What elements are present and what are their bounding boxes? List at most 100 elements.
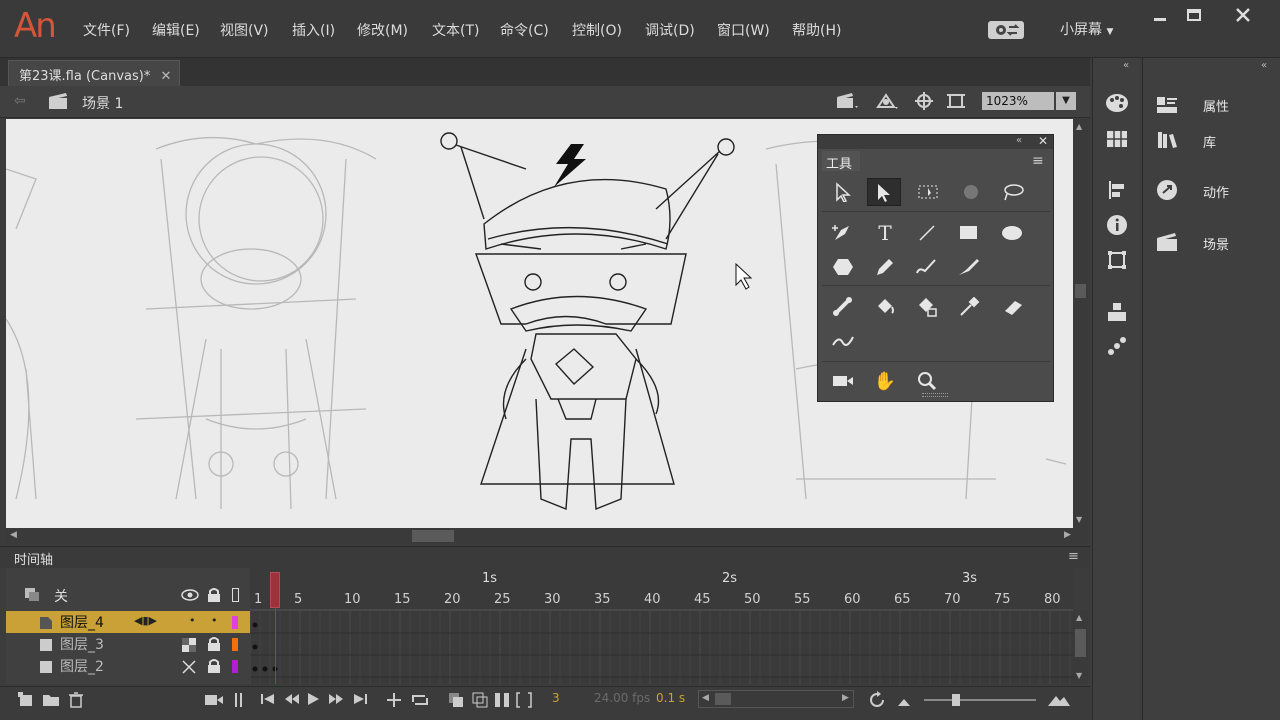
workspace-switcher[interactable]: 小屏幕 ▼	[1060, 19, 1113, 39]
keyframe-dot[interactable]	[252, 666, 258, 672]
bone-tool-icon[interactable]	[826, 293, 860, 321]
edit-symbol-icon[interactable]	[874, 91, 900, 115]
keyframe-dot[interactable]	[252, 622, 258, 628]
lock-icon[interactable]	[207, 658, 221, 678]
frame-grid[interactable]	[250, 568, 1073, 684]
current-frame-value[interactable]: 3	[552, 691, 560, 705]
camera-tool-icon[interactable]	[826, 367, 860, 395]
menu-help[interactable]: 帮助(H)	[792, 20, 841, 40]
reset-zoom-icon[interactable]	[868, 691, 886, 713]
menu-modify[interactable]: 修改(M)	[357, 20, 408, 40]
hidden-x-icon[interactable]	[182, 660, 196, 678]
scroll-left-arrow-icon[interactable]: ◀	[10, 530, 17, 540]
ink-bottle-tool-icon[interactable]	[910, 293, 944, 321]
scroll-right-arrow-icon[interactable]: ▶	[1064, 530, 1071, 540]
menu-commands[interactable]: 命令(C)	[500, 20, 549, 40]
tools-panel-header[interactable]: « ✕	[818, 134, 1053, 149]
scroll-down-arrow-icon[interactable]: ▼	[1076, 515, 1082, 524]
new-layer-icon[interactable]	[18, 692, 36, 712]
scene-panel-button[interactable]: 场景	[1143, 226, 1280, 260]
panel-menu-icon[interactable]: ≡	[1068, 549, 1079, 564]
last-frame-icon[interactable]	[352, 692, 368, 710]
outline-layer-icon[interactable]	[24, 586, 42, 606]
paint-bucket-tool-icon[interactable]	[868, 293, 902, 321]
clip-stage-icon[interactable]	[946, 91, 966, 115]
properties-panel-button[interactable]: 属性	[1143, 88, 1280, 124]
next-frame-icon[interactable]	[328, 692, 344, 710]
menu-control[interactable]: 控制(O)	[572, 20, 622, 40]
polystar-tool-icon[interactable]	[826, 253, 860, 281]
lock-icon[interactable]	[207, 636, 221, 656]
components-icon[interactable]	[1105, 300, 1129, 324]
close-icon[interactable]: ✕	[160, 69, 171, 84]
oval-tool-icon[interactable]	[996, 219, 1030, 247]
lock-icon[interactable]	[207, 587, 221, 607]
hand-tool-icon[interactable]: ✋	[868, 367, 902, 395]
layer-name[interactable]: 图层_2	[60, 656, 104, 676]
outline-color-icon[interactable]	[232, 588, 239, 602]
info-icon[interactable]	[1105, 213, 1129, 237]
resize-grip[interactable]	[922, 393, 948, 397]
actions-panel-button[interactable]: 动作	[1143, 174, 1280, 208]
edit-multiple-frames-icon[interactable]	[494, 692, 510, 712]
collapse-panel-icon[interactable]: «	[1016, 135, 1022, 146]
visibility-dot[interactable]: •	[189, 614, 196, 627]
frame-rate-value[interactable]: 24.00 fps	[594, 691, 650, 705]
snap-to-center-icon[interactable]	[914, 91, 934, 115]
timeline-horizontal-scrollbar[interactable]: ◀ ▶	[698, 690, 854, 708]
keyframe-dot[interactable]	[252, 644, 258, 650]
minimize-button[interactable]	[1146, 4, 1176, 26]
paint-brush-tool-icon[interactable]	[910, 253, 944, 281]
scroll-thumb[interactable]	[412, 530, 454, 542]
maximize-button[interactable]	[1180, 4, 1210, 26]
width-tool-icon[interactable]	[826, 327, 860, 355]
scroll-right-arrow-icon[interactable]: ▶	[842, 693, 849, 703]
color-palette-icon[interactable]	[1105, 91, 1129, 115]
frame-size-slider[interactable]	[924, 694, 1036, 706]
scroll-thumb[interactable]	[715, 693, 731, 705]
panel-menu-icon[interactable]: ≡	[1032, 153, 1044, 169]
center-frame-icon[interactable]	[386, 692, 402, 712]
menu-insert[interactable]: 插入(I)	[292, 20, 335, 40]
menu-window[interactable]: 窗口(W)	[717, 20, 770, 40]
3d-rotation-tool-icon[interactable]	[954, 178, 988, 206]
eraser-tool-icon[interactable]	[996, 293, 1030, 321]
timeline-vertical-scrollbar[interactable]: ▲ ▼	[1073, 611, 1088, 684]
free-transform-tool-icon[interactable]	[912, 178, 946, 206]
trash-icon[interactable]	[68, 692, 84, 712]
camera-icon[interactable]	[204, 693, 224, 711]
onion-skin-outlines-icon[interactable]	[472, 692, 488, 712]
layer-name[interactable]: 图层_3	[60, 634, 104, 654]
sync-settings-button[interactable]	[988, 21, 1024, 39]
swatches-icon[interactable]	[1105, 127, 1129, 151]
zoom-dropdown-button[interactable]: ▼	[1056, 92, 1076, 110]
scroll-up-arrow-icon[interactable]: ▲	[1076, 613, 1082, 622]
loop-icon[interactable]	[410, 692, 430, 712]
stage-vertical-scrollbar[interactable]: ▲ ▼	[1073, 119, 1088, 528]
previous-frame-icon[interactable]	[284, 692, 300, 710]
pen-tool-icon[interactable]	[826, 219, 860, 247]
close-icon[interactable]: ✕	[1038, 134, 1048, 148]
play-icon[interactable]	[306, 692, 320, 710]
scroll-thumb[interactable]	[1075, 629, 1086, 657]
scroll-left-arrow-icon[interactable]: ◀	[702, 693, 709, 703]
tools-panel-tab[interactable]: 工具	[822, 151, 860, 172]
elapsed-time-value[interactable]: 0.1 s	[656, 691, 685, 705]
playhead[interactable]	[270, 572, 280, 608]
new-folder-icon[interactable]	[42, 693, 60, 711]
text-tool-icon[interactable]: T	[868, 219, 902, 247]
brush-tool-icon[interactable]	[952, 253, 986, 281]
menu-file[interactable]: 文件(F)	[83, 20, 130, 40]
line-tool-icon[interactable]	[910, 219, 944, 247]
menu-text[interactable]: 文本(T)	[432, 20, 479, 40]
layer-row-selected[interactable]: 图层_4 ◀▮▶ • •	[6, 611, 250, 633]
eyedropper-tool-icon[interactable]	[952, 293, 986, 321]
layer-color-swatch[interactable]	[232, 638, 238, 655]
transform-icon[interactable]	[1105, 248, 1129, 272]
selection-tool-icon[interactable]	[826, 178, 860, 206]
scroll-up-arrow-icon[interactable]: ▲	[1076, 122, 1082, 131]
scroll-thumb[interactable]	[1075, 284, 1086, 298]
slider-thumb[interactable]	[952, 694, 960, 706]
pencil-tool-icon[interactable]	[868, 253, 902, 281]
zoom-tool-icon[interactable]	[910, 367, 944, 395]
